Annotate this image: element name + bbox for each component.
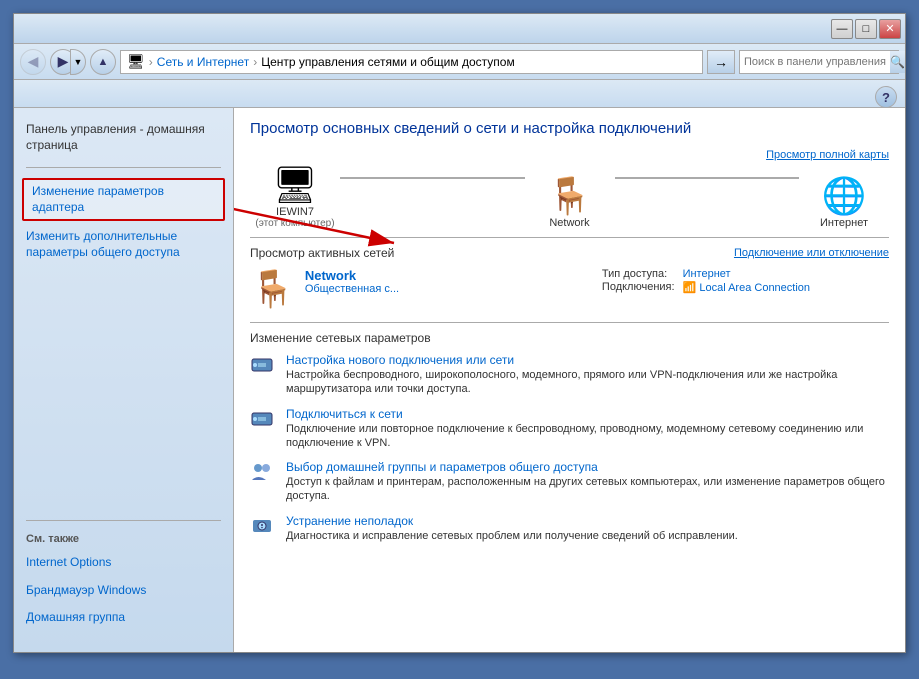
sidebar-windows-firewall[interactable]: Брандмауэр Windows [14,577,233,605]
dropdown-button[interactable]: ▼ [70,49,86,75]
sidebar-divider-2 [26,520,221,521]
content-area: Просмотр основных сведений о сети и наст… [234,108,905,652]
divider-2 [250,322,889,323]
connect-disconnect-link[interactable]: Подключение или отключение [734,247,889,259]
main-window: — □ ✕ ◀ ▶ ▼ ▲ 🖥 › Сеть и Интернет › Цент… [13,13,906,653]
setting-troubleshoot-text: Устранение неполадок Диагностика и испра… [286,514,738,543]
sidebar: Панель управления - домашняя страница Из… [14,108,234,652]
network-details: Тип доступа: Интернет Подключения: 📶 Loc… [602,268,889,294]
setting-troubleshoot: Устранение неполадок Диагностика и испра… [250,514,889,544]
troubleshoot-icon [250,514,278,544]
line-1 [340,177,525,179]
network-info: Network Общественная с... [305,268,592,295]
maximize-button[interactable]: □ [855,19,877,39]
setting-homegroup-text: Выбор домашней группы и параметров общег… [286,460,889,504]
new-connection-icon [250,353,278,383]
connection-name[interactable]: Local Area Connection [699,282,810,294]
go-button[interactable]: → [707,50,735,74]
back-button[interactable]: ◀ [20,49,46,75]
node-network: 🪑 Network [525,175,615,229]
main-layout: Панель управления - домашняя страница Из… [14,108,905,652]
sidebar-home[interactable]: Панель управления - домашняя страница [14,116,233,159]
connections-value[interactable]: 📶 Local Area Connection [683,281,889,294]
bench-icon: 🪑 [547,175,592,217]
sidebar-sharing-settings[interactable]: Изменить дополнительные параметры общего… [14,223,233,266]
network-label: Network [549,217,589,229]
sidebar-adapter-settings[interactable]: Изменение параметров адаптера [22,178,225,221]
connections-label: Подключения: [602,281,675,294]
setting-connect-text: Подключиться к сети Подключение или повт… [286,407,889,451]
homegroup-desc: Доступ к файлам и принтерам, расположенн… [286,475,889,504]
network-name[interactable]: Network [305,268,592,283]
access-type-label: Тип доступа: [602,268,675,280]
page-title: Просмотр основных сведений о сети и наст… [250,120,889,137]
node-computer: 🖥 IEWIN7 (этот компьютер) [250,164,340,229]
title-bar-buttons: — □ ✕ [831,19,901,39]
access-type-value: Интернет [683,268,889,280]
change-settings: Настройка нового подключения или сети На… [250,353,889,544]
sidebar-internet-options[interactable]: Internet Options [14,549,233,577]
connection-icon: 📶 [683,282,697,294]
setting-new-connection-text: Настройка нового подключения или сети На… [286,353,889,397]
active-network-item: 🪑 Network Общественная с... Тип доступа:… [250,268,889,310]
toolbar-area: ? [14,80,905,108]
network-type[interactable]: Общественная с... [305,283,592,295]
up-button[interactable]: ▲ [90,49,116,75]
line-2 [615,177,800,179]
minimize-button[interactable]: — [831,19,853,39]
setting-connect: Подключиться к сети Подключение или повт… [250,407,889,451]
new-connection-link[interactable]: Настройка нового подключения или сети [286,353,889,367]
computer-icon: 🖥 [272,164,318,206]
change-settings-title: Изменение сетевых параметров [250,331,889,345]
sidebar-home-group[interactable]: Домашняя группа [14,604,233,632]
address-bar: ◀ ▶ ▼ ▲ 🖥 › Сеть и Интернет › Центр упра… [14,44,905,80]
path-separator-2: › [253,55,257,69]
also-label: См. также [14,529,233,549]
active-networks-title: Просмотр активных сетей [250,246,394,260]
troubleshoot-desc: Диагностика и исправление сетевых пробле… [286,529,738,543]
search-input[interactable] [740,56,890,68]
node-internet: 🌐 Интернет [799,175,889,229]
troubleshoot-link[interactable]: Устранение неполадок [286,514,738,528]
help-button[interactable]: ? [875,86,897,108]
setting-new-connection: Настройка нового подключения или сети На… [250,353,889,397]
active-networks-header: Просмотр активных сетей Подключение или … [250,246,889,260]
view-full-map-link[interactable]: Просмотр полной карты [766,149,889,161]
connect-link[interactable]: Подключиться к сети [286,407,889,421]
homegroup-link[interactable]: Выбор домашней группы и параметров общег… [286,460,889,474]
computer-sublabel: (этот компьютер) [255,218,334,229]
sidebar-divider-1 [26,167,221,168]
network-map: 🖥 IEWIN7 (этот компьютер) 🪑 Network 🌐 Ин… [250,149,889,229]
connect-desc: Подключение или повторное подключение к … [286,422,889,451]
path-network-link[interactable]: Сеть и Интернет [157,55,249,69]
path-computer-icon: 🖥 [127,53,145,70]
search-button[interactable]: 🔍 [890,51,905,73]
close-button[interactable]: ✕ [879,19,901,39]
path-separator-1: › [149,55,153,69]
address-path: 🖥 › Сеть и Интернет › Центр управления с… [120,50,703,74]
new-connection-desc: Настройка беспроводного, широкополосного… [286,368,889,397]
divider-1 [250,237,889,238]
network-bench-icon: 🪑 [250,268,295,310]
connect-icon [250,407,278,437]
path-current: Центр управления сетями и общим доступом [261,55,515,69]
internet-label: Интернет [820,217,868,229]
homegroup-icon [250,460,278,490]
computer-label: IEWIN7 [276,206,314,218]
setting-homegroup: Выбор домашней группы и параметров общег… [250,460,889,504]
internet-icon: 🌐 [822,175,867,217]
search-box: 🔍 [739,50,899,74]
sidebar-bottom: См. также Internet Options Брандмауэр Wi… [14,512,233,644]
title-bar: — □ ✕ [14,14,905,44]
